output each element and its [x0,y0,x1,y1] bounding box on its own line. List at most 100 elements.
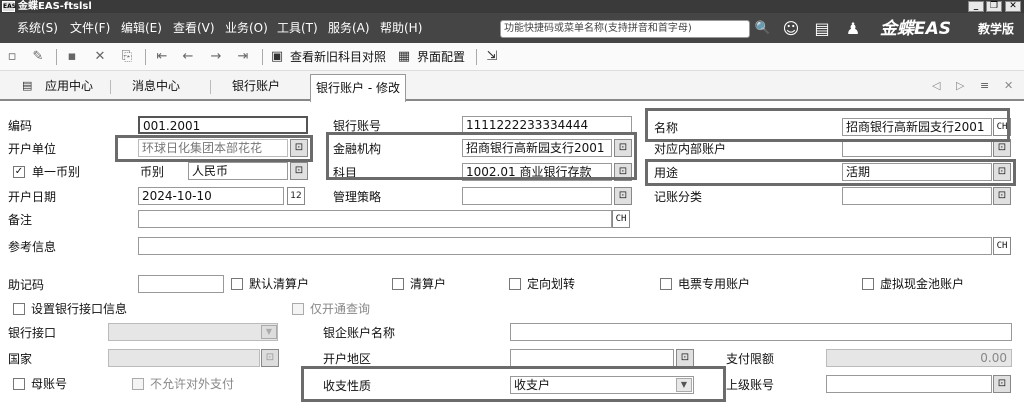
account-category-lookup-icon[interactable]: ⊡ [993,187,1011,205]
bank-enterprise-name-field[interactable] [510,323,1012,341]
subject-lookup-icon[interactable]: ⊡ [614,163,632,181]
open-date-field[interactable]: 2024-10-10 [138,187,284,205]
no-external-payment-checkbox[interactable] [132,378,144,390]
tab-next-icon[interactable]: ▷ [956,77,964,95]
smiley-icon[interactable]: ☺ [781,19,801,39]
management-strategy-lookup-icon[interactable]: ⊡ [614,187,632,205]
single-currency-checkbox[interactable]: ✓ [13,166,25,178]
menu-tools[interactable]: 工具(T) [277,20,318,36]
tab-list-icon[interactable]: ≡ [980,77,989,95]
virtual-pool-checkbox[interactable] [862,278,874,290]
financial-institution-field[interactable]: 招商银行高新园支行2001 [462,139,612,157]
opening-region-field[interactable] [510,349,674,367]
internal-account-lookup-icon[interactable]: ⊡ [993,139,1011,157]
code-label: 编码 [8,119,33,133]
payment-limit-field[interactable]: 0.00 [826,349,1012,367]
single-currency-label: 单一币别 [32,165,81,179]
app-logo-icon: EAS [2,1,17,12]
menu-service[interactable]: 服务(A) [328,20,370,36]
first-record-icon[interactable]: ⇤ [154,49,170,65]
config-icon[interactable]: ▦ [397,49,411,65]
query-only-checkbox[interactable] [292,303,304,315]
account-category-field[interactable] [842,187,992,205]
clearing-checkbox[interactable] [392,278,404,290]
menu-business[interactable]: 业务(O) [225,20,268,36]
e-ticket-checkbox[interactable] [660,278,672,290]
search-input[interactable]: 功能快捷码或菜单名称(支持拼音和首字母) [500,20,750,38]
purpose-lookup-icon[interactable]: ⊡ [993,163,1011,181]
view-new-old-subject-button[interactable]: 查看新旧科目对照 [290,49,386,65]
name-field[interactable]: 招商银行高新园支行2001 [842,118,992,136]
income-expense-select[interactable]: 收支户 [510,376,694,394]
close-button[interactable]: ✕ [1005,1,1021,12]
subject-field[interactable]: 1002.01 商业银行存款 [462,163,612,181]
remark-field[interactable] [138,210,612,228]
directed-transfer-checkbox[interactable] [509,278,521,290]
support-icon[interactable]: ♟ [843,19,863,39]
country-field[interactable] [108,349,260,367]
currency-field[interactable]: 人民币 [188,162,288,180]
new-icon[interactable]: ▫ [4,49,20,65]
country-lookup-icon[interactable]: ⊡ [261,349,279,367]
ref-info-multilang-button[interactable]: CH [993,237,1011,255]
tab-bank-account[interactable]: 银行账户 [232,77,280,95]
purpose-field[interactable]: 活期 [842,163,992,181]
menu-edit[interactable]: 编辑(E) [121,20,162,36]
internal-account-field[interactable] [842,139,992,157]
clearing-label: 清算户 [410,277,447,291]
name-label: 名称 [654,121,679,135]
next-record-icon[interactable]: → [208,49,224,65]
query-only-label: 仅开通查询 [310,302,371,316]
opening-region-lookup-icon[interactable]: ⊡ [676,349,694,367]
edit-icon[interactable]: ✎ [30,49,46,65]
menu-file[interactable]: 文件(F) [70,20,110,36]
currency-label: 币别 [140,165,165,179]
remark-multilang-button[interactable]: CH [612,210,630,228]
message-icon[interactable]: ▤ [812,19,832,39]
tab-app-center[interactable]: 应用中心 [45,77,93,95]
delete-icon[interactable]: ✕ [92,49,108,65]
financial-institution-lookup-icon[interactable]: ⊡ [614,139,632,157]
compare-icon[interactable]: ▣ [270,49,284,65]
interface-config-button[interactable]: 界面配置 [417,49,465,65]
ref-info-label: 参考信息 [8,240,57,254]
mnemonic-field[interactable] [138,275,224,293]
management-strategy-field[interactable] [462,187,612,205]
parent-account-no-lookup-icon[interactable]: ⊡ [993,375,1011,393]
name-multilang-button[interactable]: CH [993,118,1011,136]
code-field[interactable]: 001.2001 [138,116,308,134]
tab-prev-icon[interactable]: ◁ [932,77,940,95]
opening-unit-lookup-icon[interactable]: ⊡ [290,139,308,157]
no-external-payment-label: 不允许对外支付 [150,377,235,391]
ref-info-field[interactable] [138,237,992,255]
minimize-button[interactable]: _ [968,1,984,12]
bank-interface-select[interactable] [108,323,278,341]
search-icon[interactable]: 🔍 [753,19,773,39]
menu-system[interactable]: 系统(S) [17,20,58,36]
attachment-icon[interactable]: ⎘ [119,49,135,65]
bank-account-no-label: 银行账号 [333,119,382,133]
restore-button[interactable]: ❐ [986,1,1002,12]
calendar-icon[interactable]: 12 [287,187,305,205]
bank-enterprise-name-label: 银企账户名称 [323,326,396,340]
parent-account-no-field[interactable] [826,375,992,393]
tab-close-icon[interactable]: ✕ [1004,77,1013,95]
set-bank-interface-checkbox[interactable] [13,303,25,315]
bank-interface-dropdown-icon[interactable]: ▼ [261,325,277,339]
bank-account-no-field[interactable]: 1111222233334444 [462,116,632,134]
tab-message-center[interactable]: 消息中心 [132,77,180,95]
parent-account-flag-label: 母账号 [31,377,68,391]
save-icon[interactable]: ▪ [64,49,80,65]
e-ticket-label: 电票专用账户 [678,277,751,291]
opening-unit-field[interactable]: 环球日化集团本部花花 [138,139,288,157]
menu-view[interactable]: 查看(V) [173,20,215,36]
last-record-icon[interactable]: ⇥ [235,49,251,65]
income-expense-dropdown-icon[interactable]: ▼ [676,378,692,392]
parent-account-checkbox[interactable] [13,378,25,390]
currency-lookup-icon[interactable]: ⊡ [290,162,308,180]
tab-bank-account-edit[interactable]: 银行账户 - 修改 [310,74,406,102]
default-clearing-checkbox[interactable] [231,278,243,290]
exit-icon[interactable]: ⇲ [484,49,500,65]
menu-help[interactable]: 帮助(H) [380,20,422,36]
previous-record-icon[interactable]: ← [180,49,196,65]
